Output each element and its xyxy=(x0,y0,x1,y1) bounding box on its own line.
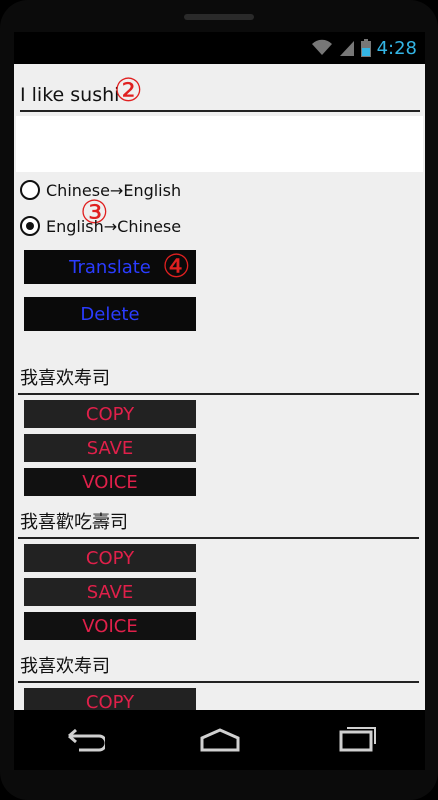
copy-button[interactable]: COPY xyxy=(24,400,196,428)
status-bar: 4:28 xyxy=(14,32,425,64)
copy-button[interactable]: COPY xyxy=(24,688,196,710)
copy-button[interactable]: COPY xyxy=(24,544,196,572)
result-text: 我喜欢寿司 xyxy=(20,656,110,677)
divider xyxy=(18,681,419,683)
result-text: 我喜歡吃壽司 xyxy=(20,512,128,533)
save-button[interactable]: SAVE xyxy=(24,434,196,462)
navigation-bar xyxy=(14,710,425,770)
marker-4: ④ xyxy=(162,247,191,285)
radio-label: Chinese→English xyxy=(46,180,182,200)
recents-button[interactable] xyxy=(327,720,387,760)
battery-icon xyxy=(360,39,371,57)
radio-label: English→Chinese xyxy=(46,216,182,236)
delete-button[interactable]: Delete xyxy=(24,297,196,331)
signal-icon xyxy=(339,41,354,56)
screen: 4:28 I like sushi ② Chinese→English ③ En… xyxy=(14,32,425,710)
wifi-icon xyxy=(311,39,332,55)
back-icon xyxy=(67,728,105,752)
speaker-grille xyxy=(184,14,254,20)
marker-2: ② xyxy=(114,71,143,109)
home-button[interactable] xyxy=(190,720,250,760)
source-text-input[interactable]: I like sushi xyxy=(20,72,420,112)
content: I like sushi ② Chinese→English ③ English… xyxy=(14,64,425,710)
divider xyxy=(18,393,419,395)
radio-button-checked[interactable] xyxy=(20,216,40,236)
radio-button[interactable] xyxy=(20,180,40,200)
voice-button[interactable]: VOICE xyxy=(24,612,196,640)
back-button[interactable] xyxy=(53,720,113,760)
status-icons: 4:28 xyxy=(311,32,417,64)
result-text: 我喜欢寿司 xyxy=(20,368,110,389)
output-area xyxy=(16,116,423,172)
recents-icon xyxy=(339,727,376,752)
voice-button[interactable]: VOICE xyxy=(24,468,196,496)
radio-english-chinese[interactable]: English→Chinese xyxy=(20,216,181,236)
divider xyxy=(18,537,419,539)
status-time: 4:28 xyxy=(376,37,417,59)
home-icon xyxy=(200,728,239,752)
save-button[interactable]: SAVE xyxy=(24,578,196,606)
source-text: I like sushi xyxy=(20,84,120,106)
